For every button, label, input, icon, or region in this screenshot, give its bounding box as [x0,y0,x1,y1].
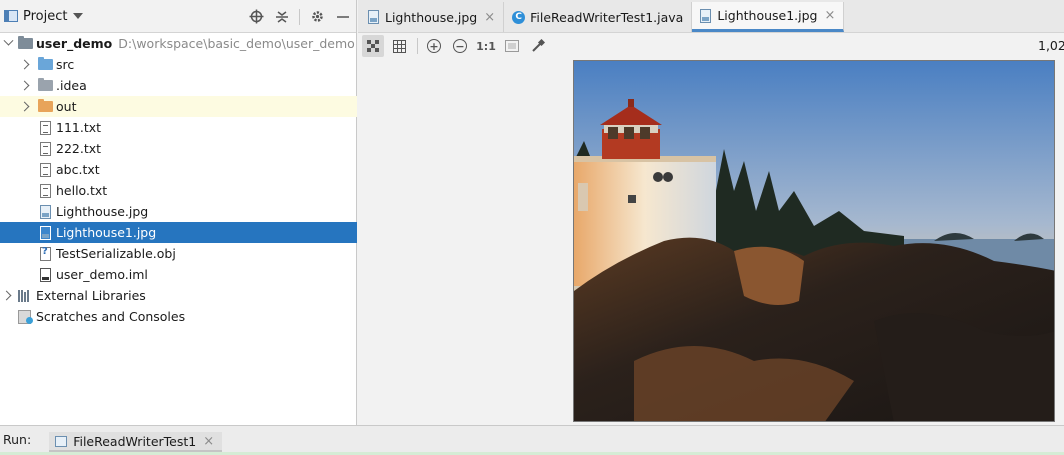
libraries-icon [18,289,32,302]
tree-item-222-txt[interactable]: 222.txt [0,138,357,159]
unknown-file-icon [40,246,51,261]
project-view-selector[interactable]: Project [23,9,67,24]
zoom-in-icon[interactable]: + [423,35,445,57]
transparency-chessboard-icon[interactable] [362,35,384,57]
tree-item-hello-txt[interactable]: hello.txt [0,180,357,201]
tree-item-label: out [56,99,77,114]
tree-item-testserializable-obj[interactable]: TestSerializable.obj [0,243,357,264]
grid-icon[interactable] [388,35,410,57]
project-icon [4,10,18,22]
tree-item-label: 111.txt [56,120,102,135]
tree-item-label: user_demo.iml [56,267,148,282]
tree-item-abc-txt[interactable]: abc.txt [0,159,357,180]
text-file-icon [40,120,51,135]
chevron-right-icon[interactable] [18,101,30,113]
chevron-right-icon[interactable] [18,59,30,71]
image-file-icon [40,225,51,240]
gear-icon[interactable] [304,4,330,30]
close-icon[interactable]: × [484,10,495,25]
tree-item-external-libraries[interactable]: External Libraries [0,285,357,306]
source-folder-icon [38,57,53,70]
tree-item-label: user_demo [36,36,113,51]
editor-tab-bar: Lighthouse.jpg × C FileReadWriterTest1.j… [358,0,1064,33]
zoom-out-icon[interactable]: − [449,35,471,57]
divider [299,8,300,25]
chevron-right-icon[interactable] [0,290,12,302]
run-tool-window-bar: Run: FileReadWriterTest1 × [0,425,1064,455]
module-folder-icon [18,36,33,49]
project-panel-tools [243,0,356,33]
text-file-icon [40,183,51,198]
chevron-right-icon[interactable] [18,80,30,92]
tree-item-scratches[interactable]: Scratches and Consoles [0,306,357,327]
project-panel: Project user_demo D:\workspace\basic_dem… [0,0,357,425]
actual-size-button[interactable]: 1:1 [475,35,497,57]
collapse-all-icon[interactable] [269,4,295,30]
tree-item-idea[interactable]: .idea [0,75,357,96]
tab-filereadwritertest1-java[interactable]: C FileReadWriterTest1.java [504,2,693,32]
run-label: Run: [3,432,32,447]
run-tab-label: FileReadWriterTest1 [73,433,197,449]
text-file-icon [40,141,51,156]
lighthouse-image [574,61,1054,421]
tree-item-111-txt[interactable]: 111.txt [0,117,357,138]
chevron-down-icon[interactable] [73,13,84,19]
image-file-icon [40,204,51,219]
close-icon[interactable]: × [203,434,214,449]
run-config-icon [55,435,68,447]
tree-item-label: abc.txt [56,162,100,177]
chevron-down-icon[interactable] [2,38,14,50]
minimize-icon[interactable] [330,4,356,30]
locate-icon[interactable] [243,4,269,30]
image-file-icon [368,10,379,24]
tree-item-label: Lighthouse.jpg [56,204,149,219]
color-picker-icon[interactable] [527,35,549,57]
tree-item-lighthouse-jpg[interactable]: Lighthouse.jpg [0,201,357,222]
project-panel-header: Project [0,0,356,33]
tab-lighthouse1-jpg[interactable]: Lighthouse1.jpg × [692,2,845,32]
tree-item-label: Scratches and Consoles [36,309,186,324]
tab-lighthouse-jpg[interactable]: Lighthouse.jpg × [358,2,505,32]
tree-item-label: .idea [56,78,87,93]
tab-label: FileReadWriterTest1.java [530,9,684,25]
tab-label: Lighthouse1.jpg [717,8,818,23]
module-file-icon [40,267,51,282]
tab-label: Lighthouse.jpg [385,9,478,25]
tree-item-label: External Libraries [36,288,146,303]
image-toolbar: + − 1:1 1,024 [358,33,1064,59]
folder-icon [38,78,53,91]
tree-item-lighthouse1-jpg[interactable]: Lighthouse1.jpg [0,222,357,243]
run-tab-filereadwritertest1[interactable]: FileReadWriterTest1 × [49,432,223,452]
divider [417,38,418,54]
java-class-icon: C [512,10,526,24]
tree-item-label: src [56,57,75,72]
tree-item-out[interactable]: out [0,96,357,117]
image-preview [573,60,1055,422]
tree-item-user_demo[interactable]: user_demo D:\workspace\basic_demo\user_d… [0,33,357,54]
fit-zoom-icon[interactable] [501,35,523,57]
module-path: D:\workspace\basic_demo\user_demo [118,36,355,51]
excluded-folder-icon [38,99,53,112]
editor-area: Lighthouse.jpg × C FileReadWriterTest1.j… [358,0,1064,425]
image-file-icon [700,8,712,23]
close-icon[interactable]: × [825,8,836,23]
tree-item-user_demo-iml[interactable]: user_demo.iml [0,264,357,285]
tree-item-label: 222.txt [56,141,102,156]
tree-item-src[interactable]: src [0,54,357,75]
text-file-icon [40,162,51,177]
scratches-icon [18,309,33,324]
tree-item-label: Lighthouse1.jpg [56,225,157,240]
image-size-info: 1,024 [1038,38,1064,53]
tree-item-label: hello.txt [56,183,108,198]
tree-item-label: TestSerializable.obj [56,246,176,261]
